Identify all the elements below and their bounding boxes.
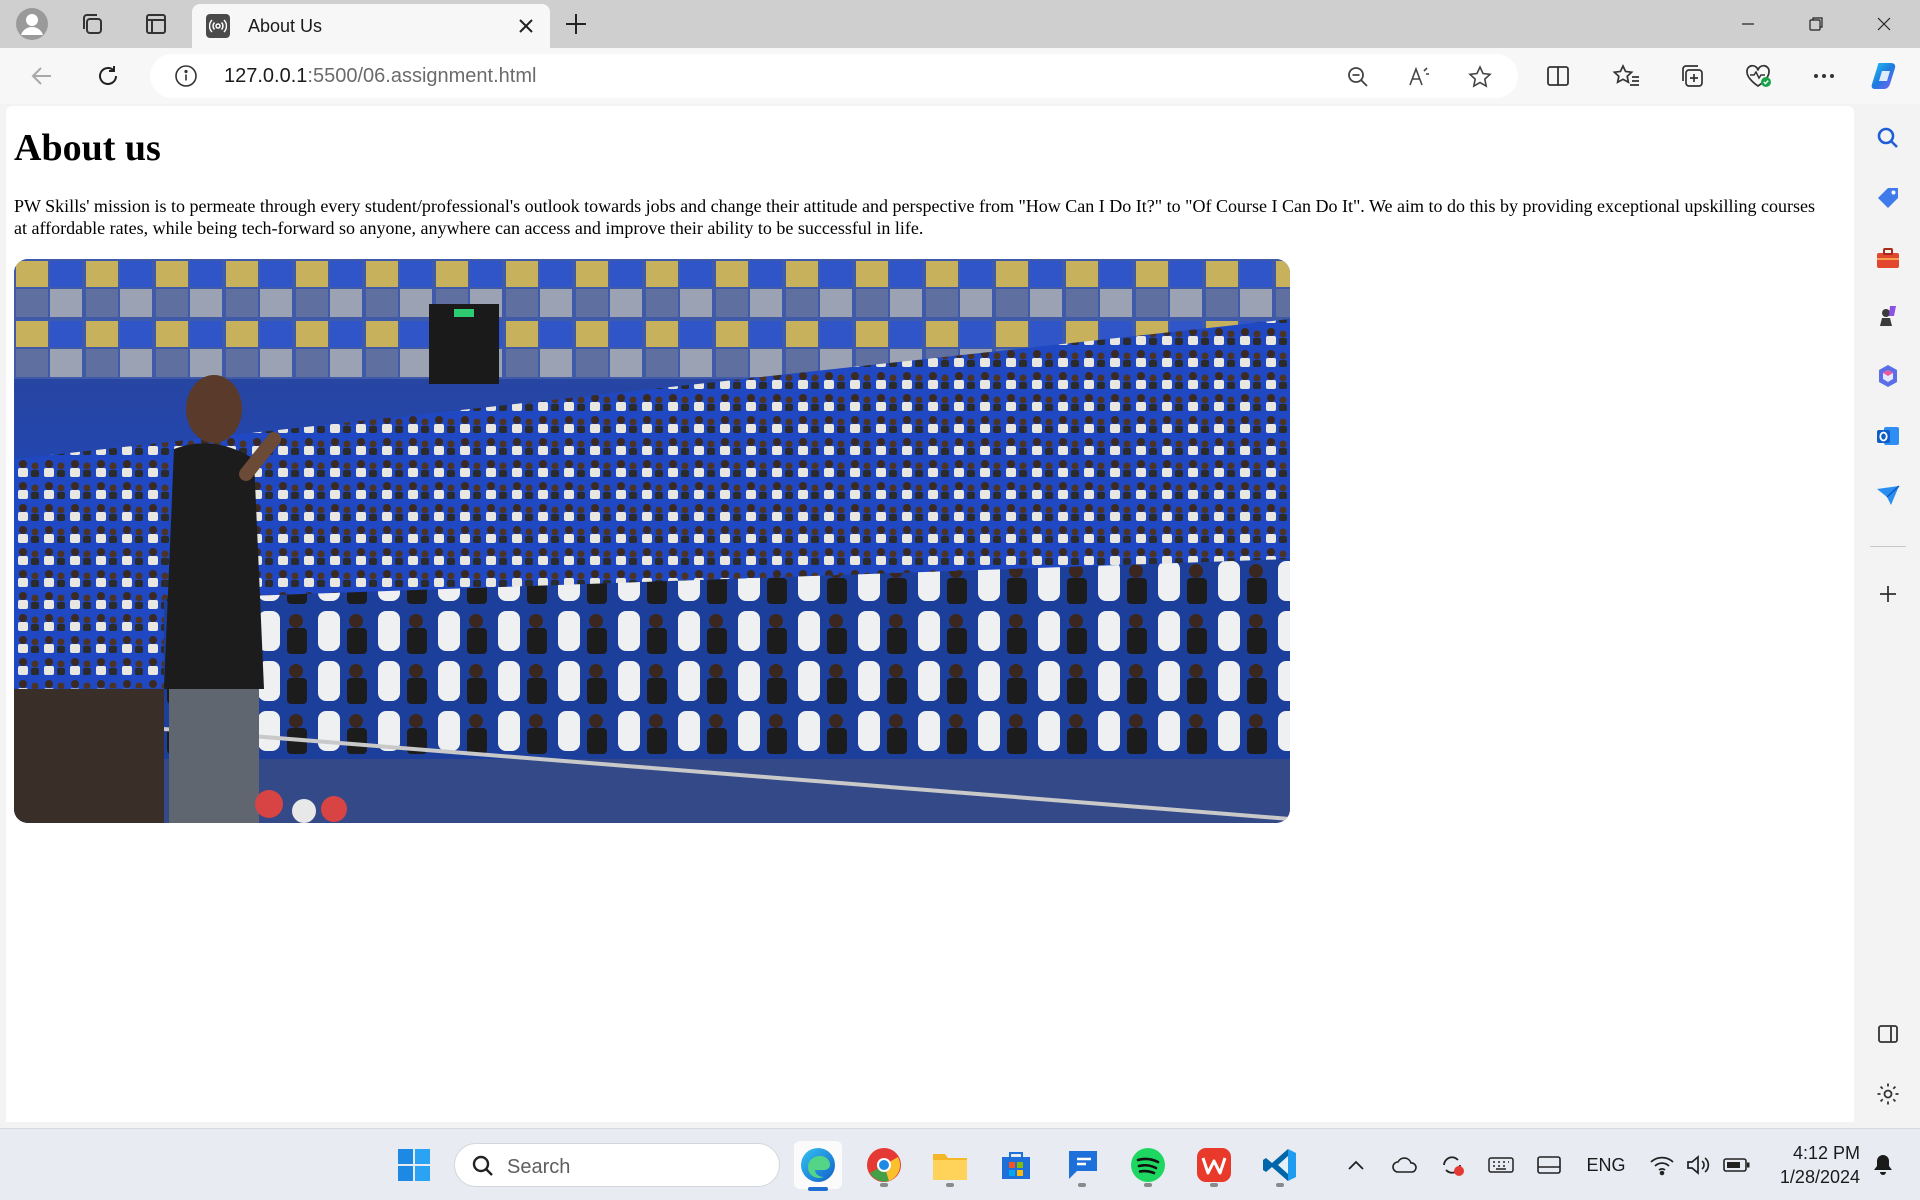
running-indicator [1144,1183,1152,1187]
add-icon[interactable] [1870,576,1906,612]
active-tab[interactable]: About Us [192,4,550,48]
restore-icon[interactable] [1782,0,1850,48]
sidebar-layout-icon[interactable] [1870,1016,1906,1052]
info-icon[interactable] [174,64,198,88]
games-icon[interactable] [1870,298,1906,334]
running-indicator [1210,1183,1218,1187]
read-aloud-icon[interactable] [1405,62,1435,92]
tab-title: About Us [248,15,323,36]
back-icon[interactable] [22,56,62,96]
auditorium-crowd-photo [14,259,1290,823]
address-bar[interactable]: 127.0.0.1:5500/06.assignment.html [150,54,1518,98]
refresh-icon[interactable] [88,56,128,96]
profile-icon[interactable] [12,4,52,44]
url-path: :5500/06.assignment.html [307,65,537,87]
sync-alert-icon[interactable] [1438,1149,1468,1181]
browser-essentials-icon[interactable] [1738,56,1778,96]
tab-actions-icon[interactable] [136,4,176,44]
edge-sidebar [1856,104,1920,1128]
language-indicator[interactable]: ENG [1582,1149,1630,1181]
running-indicator [1078,1183,1086,1187]
taskbar-clock[interactable]: 4:12 PM 1/28/2024 [1766,1141,1860,1189]
shopping-icon[interactable] [1870,180,1906,216]
more-icon[interactable] [1804,56,1844,96]
active-indicator [808,1187,828,1191]
notifications-bell-icon[interactable] [1868,1149,1898,1181]
favorite-star-icon[interactable] [1465,62,1495,92]
page-viewport[interactable]: About us PW Skills' mission is to permea… [6,106,1854,1122]
url-text: 127.0.0.1:5500/06.assignment.html [224,65,536,88]
browser-titlebar: About Us [0,0,1920,48]
favorites-icon[interactable] [1606,56,1646,96]
tablet-mode-icon[interactable] [1534,1149,1564,1181]
wps-office-app-icon[interactable] [1190,1141,1238,1189]
microsoft-store-app-icon[interactable] [992,1141,1040,1189]
taskbar-search-box[interactable]: Search [454,1143,780,1187]
search-icon[interactable] [1870,120,1906,156]
onedrive-icon[interactable] [1390,1149,1420,1181]
close-window-icon[interactable] [1850,0,1918,48]
show-hidden-icons-icon[interactable] [1342,1149,1370,1181]
zoom-out-icon[interactable] [1343,62,1373,92]
clock-time: 4:12 PM [1792,1143,1860,1163]
taskbar-search-placeholder: Search [507,1156,571,1178]
workspaces-icon[interactable] [72,4,112,44]
vscode-app-icon[interactable] [1256,1141,1304,1189]
new-tab-icon[interactable] [560,8,592,40]
broadcast-favicon-icon [206,14,230,38]
wifi-icon[interactable] [1648,1149,1676,1181]
spotify-app-icon[interactable] [1124,1141,1172,1189]
copilot-icon[interactable] [1866,56,1906,96]
start-windows-icon[interactable] [390,1141,438,1189]
taskbar-search-icon [472,1155,493,1176]
keyboard-icon[interactable] [1486,1149,1516,1181]
url-host: 127.0.0.1 [224,65,308,87]
auditorium-illustration [14,259,1290,823]
browser-toolbar: 127.0.0.1:5500/06.assignment.html [0,48,1920,104]
clock-date: 1/28/2024 [1779,1167,1860,1187]
tools-icon[interactable] [1870,240,1906,276]
split-screen-icon[interactable] [1538,56,1578,96]
collections-icon[interactable] [1672,56,1712,96]
windows-taskbar: Search ENG 4:12 PM 1/28/2024 [0,1128,1920,1200]
battery-icon[interactable] [1722,1149,1752,1181]
close-tab-icon[interactable] [516,16,536,36]
volume-icon[interactable] [1684,1149,1712,1181]
running-indicator [946,1183,954,1187]
chrome-app-icon[interactable] [860,1141,908,1189]
outlook-icon[interactable] [1870,418,1906,454]
microsoft-365-icon[interactable] [1870,358,1906,394]
file-explorer-app-icon[interactable] [926,1141,974,1189]
sidebar-divider [1870,546,1906,547]
running-indicator [1276,1183,1284,1187]
running-indicator [880,1183,888,1187]
page-heading: About us [14,127,161,169]
chat-app-icon[interactable] [1058,1141,1106,1189]
drop-icon[interactable] [1870,478,1906,514]
mission-paragraph: PW Skills' mission is to permeate throug… [14,196,1815,238]
page-content: About us PW Skills' mission is to permea… [6,106,1854,831]
minimize-icon[interactable] [1714,0,1782,48]
edge-app-icon[interactable] [794,1141,842,1191]
settings-icon[interactable] [1870,1076,1906,1112]
